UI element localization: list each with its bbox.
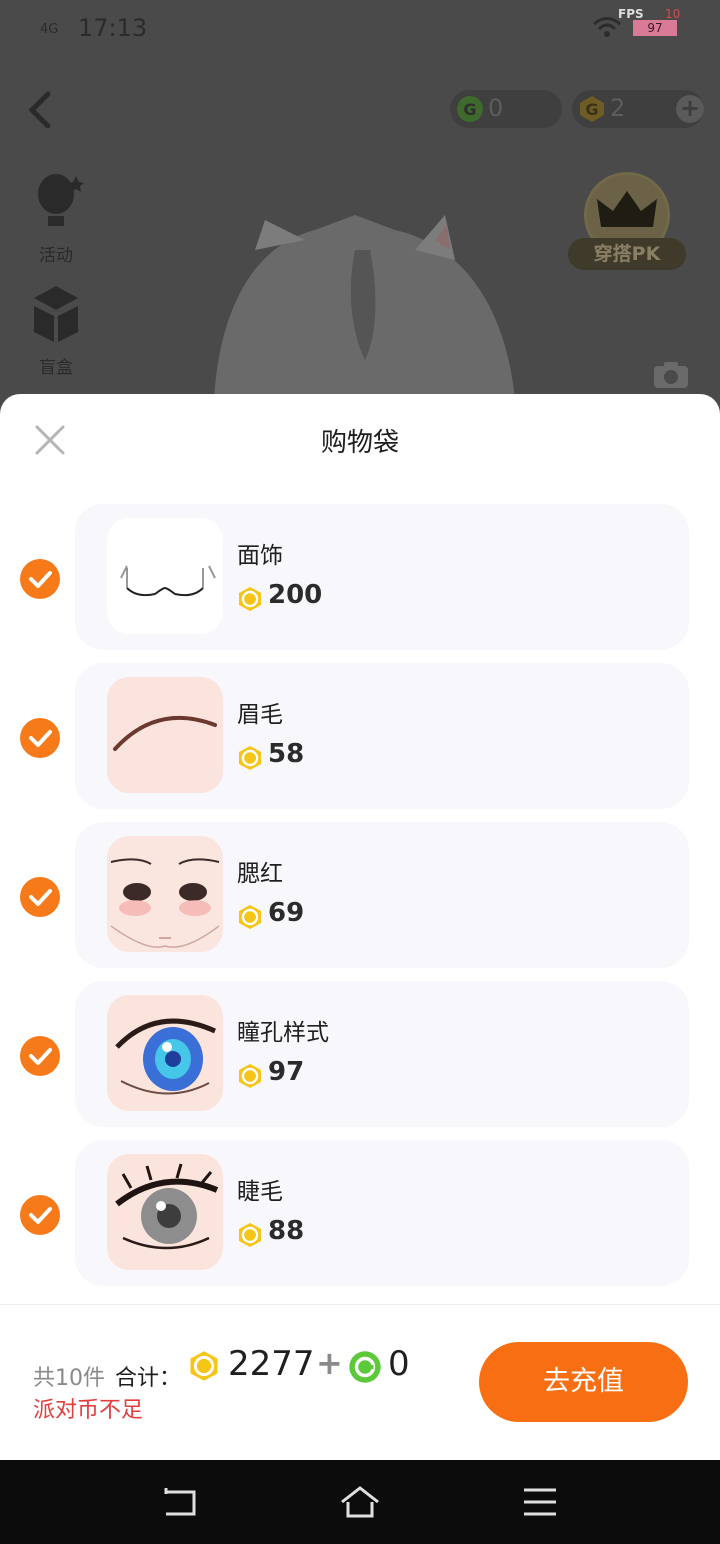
item-price: 58 bbox=[268, 739, 305, 769]
add-coins-button[interactable]: + bbox=[676, 95, 704, 123]
home-icon[interactable] bbox=[338, 1480, 382, 1524]
hot-air-balloon-icon bbox=[38, 174, 84, 226]
insufficient-warning: 派对币不足 bbox=[33, 1398, 144, 1423]
checkmark-icon bbox=[29, 730, 52, 747]
item-price: 88 bbox=[268, 1216, 305, 1246]
gold-coin-icon bbox=[239, 587, 261, 611]
gold-coin-icon bbox=[239, 746, 261, 770]
network-indicator: 4G bbox=[40, 22, 59, 37]
avatar-hair-image bbox=[213, 215, 517, 420]
gold-coin-icon bbox=[239, 905, 261, 929]
fps-label: FPS bbox=[618, 7, 644, 21]
item-name: 睫毛 bbox=[237, 1179, 283, 1205]
item-name: 面饰 bbox=[237, 543, 283, 569]
cart-item: 睫毛 88 bbox=[0, 1140, 720, 1286]
sheet-title: 购物袋 bbox=[320, 428, 399, 458]
green-total: 0 bbox=[388, 1344, 410, 1384]
glasses-thumbnail bbox=[107, 518, 223, 634]
activity-label: 活动 bbox=[39, 246, 73, 266]
cart-item: 瞳孔样式 97 bbox=[0, 981, 720, 1127]
cart-item: 眉毛 58 bbox=[0, 663, 720, 809]
blindbox-label: 盲盒 bbox=[39, 358, 73, 378]
checkmark-icon bbox=[29, 1207, 52, 1224]
blush-thumbnail bbox=[107, 836, 223, 952]
item-card[interactable]: 瞳孔样式 97 bbox=[75, 981, 689, 1127]
item-card[interactable]: 面饰 200 bbox=[75, 504, 689, 650]
menu-icon[interactable] bbox=[518, 1480, 562, 1524]
back-icon[interactable] bbox=[158, 1480, 202, 1524]
fps-counter-top: 10 bbox=[665, 7, 681, 21]
eyelash-icon bbox=[115, 1163, 219, 1250]
green-coin-balance[interactable]: G 0 bbox=[450, 90, 562, 128]
item-name: 瞳孔样式 bbox=[237, 1020, 329, 1046]
pupil-thumbnail bbox=[107, 995, 223, 1111]
item-checkbox[interactable] bbox=[20, 877, 60, 917]
item-name: 眉毛 bbox=[237, 702, 283, 728]
gold-coin-icon bbox=[239, 1223, 261, 1247]
item-card[interactable]: 腮红 69 bbox=[75, 822, 689, 968]
item-price: 69 bbox=[268, 898, 305, 928]
fps-value: 97 bbox=[633, 20, 677, 36]
green-coin-icon: G bbox=[457, 96, 483, 122]
gold-coin-value: 2 bbox=[610, 94, 626, 122]
gold-coin-icon: G bbox=[580, 96, 604, 122]
item-name: 腮红 bbox=[237, 861, 283, 887]
item-price: 200 bbox=[268, 580, 323, 610]
pk-label: 穿搭PK bbox=[568, 238, 686, 270]
item-price: 97 bbox=[268, 1057, 305, 1087]
item-checkbox[interactable] bbox=[20, 1036, 60, 1076]
gift-box-icon bbox=[34, 286, 78, 342]
green-coin-icon bbox=[349, 1351, 381, 1383]
face-icon bbox=[110, 858, 220, 948]
activity-button[interactable]: 活动 bbox=[22, 172, 90, 266]
blindbox-button[interactable]: 盲盒 bbox=[22, 284, 90, 378]
background-app: 4G 17:13 FPS 10 97 G 0 G 2 + 活动 盲盒 穿搭PK bbox=[0, 0, 720, 420]
cart-item: 面饰 200 bbox=[0, 504, 720, 650]
svg-text:G: G bbox=[585, 100, 598, 119]
svg-text:G: G bbox=[463, 100, 476, 119]
checkmark-icon bbox=[29, 571, 52, 588]
item-checkbox[interactable] bbox=[20, 1195, 60, 1235]
checkmark-icon bbox=[29, 1048, 52, 1065]
cart-item: 腮红 69 bbox=[0, 822, 720, 968]
item-card[interactable]: 睫毛 88 bbox=[75, 1140, 689, 1286]
checkmark-icon bbox=[29, 889, 52, 906]
total-label: 合计： bbox=[115, 1366, 182, 1391]
eyebrow-thumbnail bbox=[107, 677, 223, 793]
crown-icon bbox=[597, 191, 657, 227]
shopping-bag-sheet: 购物袋 面饰 200 眉毛 58 腮红 69 瞳孔样式 97 睫毛 88 共10… bbox=[0, 394, 720, 1460]
item-checkbox[interactable] bbox=[20, 718, 60, 758]
item-checkbox[interactable] bbox=[20, 559, 60, 599]
eye-icon bbox=[115, 1018, 217, 1095]
status-time: 17:13 bbox=[78, 14, 148, 42]
back-button[interactable] bbox=[24, 90, 56, 130]
eyebrow-icon bbox=[113, 715, 217, 751]
gold-coin-icon bbox=[239, 1064, 261, 1088]
green-coin-value: 0 bbox=[488, 94, 504, 122]
status-bar: 4G 17:13 FPS 10 97 bbox=[0, 0, 720, 56]
glasses-icon bbox=[120, 565, 216, 597]
plus-icon: + bbox=[679, 94, 701, 122]
eyelash-thumbnail bbox=[107, 1154, 223, 1270]
outfit-pk-button[interactable]: 穿搭PK bbox=[568, 172, 686, 272]
item-card[interactable]: 眉毛 58 bbox=[75, 663, 689, 809]
gold-total: 2277 bbox=[228, 1344, 315, 1384]
camera-icon[interactable] bbox=[652, 360, 690, 390]
system-nav-bar bbox=[0, 1460, 720, 1544]
plus-sign: + bbox=[316, 1344, 343, 1382]
gold-coin-icon bbox=[190, 1351, 218, 1381]
footer-divider bbox=[0, 1304, 720, 1305]
recharge-button[interactable]: 去充值 bbox=[479, 1342, 688, 1422]
item-count: 共10件 bbox=[33, 1366, 105, 1391]
